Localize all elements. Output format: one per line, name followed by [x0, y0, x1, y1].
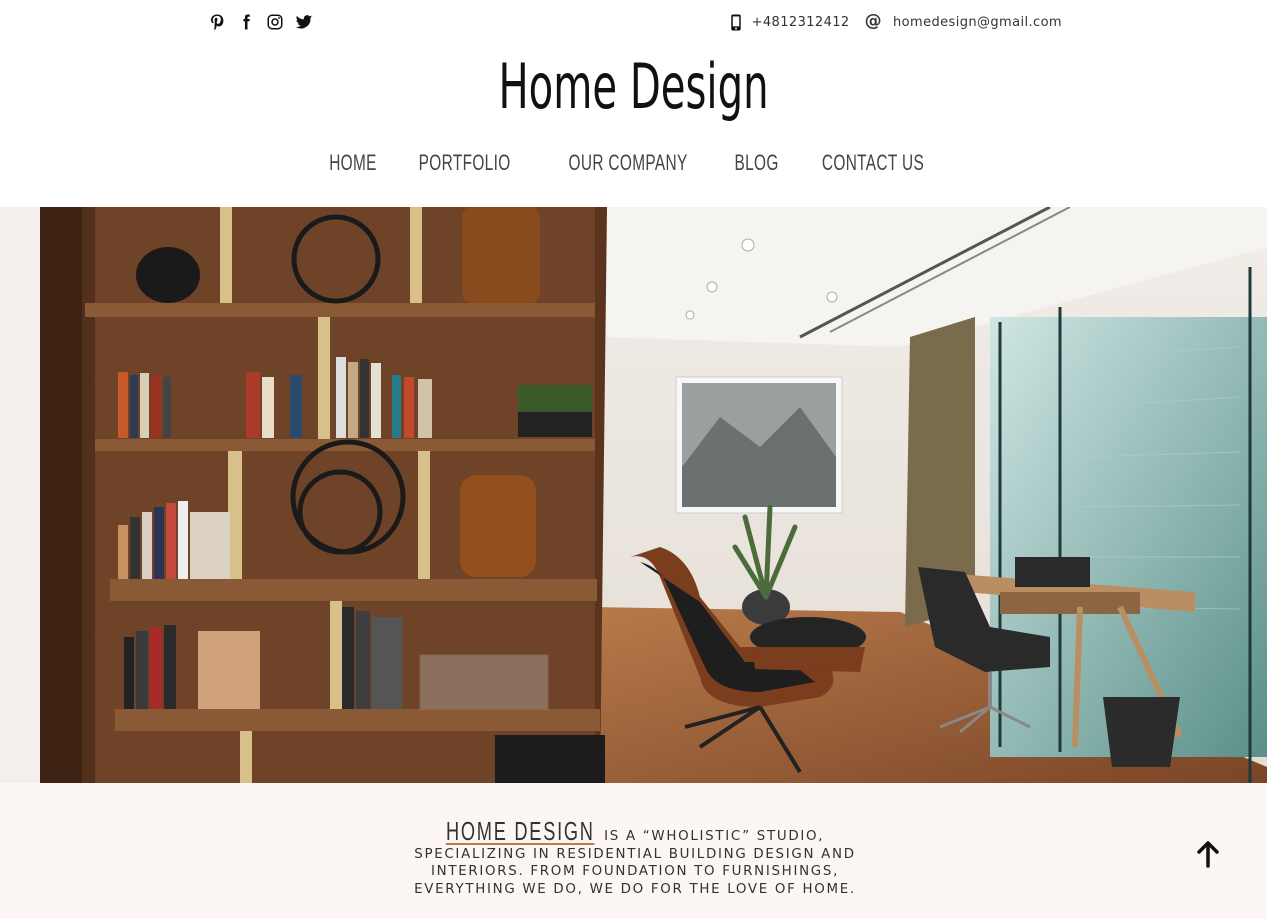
email-icon: @: [864, 10, 883, 31]
top-bar: +4812312412 @ homedesign@gmail.com: [0, 0, 1267, 48]
pinterest-icon[interactable]: [208, 13, 226, 31]
office-interior-photo: [0, 207, 1267, 783]
email-address[interactable]: homedesign@gmail.com: [893, 15, 1062, 30]
nav-home[interactable]: HOME: [329, 150, 377, 176]
back-to-top-arrow-icon[interactable]: [1195, 838, 1221, 870]
social-links: [208, 13, 313, 31]
nav-our-company[interactable]: OUR COMPANY: [568, 150, 687, 176]
twitter-icon[interactable]: [295, 13, 313, 31]
phone-icon: [730, 14, 741, 31]
intro-section: HOME DESIGN is a “wholistic” studio, spe…: [0, 783, 1267, 919]
intro-text: HOME DESIGN is a “wholistic” studio, spe…: [400, 818, 870, 898]
hero-image: [0, 207, 1267, 783]
main-nav: HOME PORTFOLIO OUR COMPANY BLOG CONTACT …: [0, 150, 1267, 176]
nav-contact-us[interactable]: CONTACT US: [822, 150, 924, 176]
instagram-icon[interactable]: [266, 13, 284, 31]
nav-blog[interactable]: BLOG: [734, 150, 778, 176]
contact-info: +4812312412 @ homedesign@gmail.com: [729, 10, 1062, 31]
phone-number[interactable]: +4812312412: [752, 15, 850, 30]
site-logo[interactable]: Home Design: [177, 52, 1089, 122]
intro-brand-link[interactable]: HOME DESIGN: [445, 818, 595, 845]
facebook-icon[interactable]: [237, 13, 255, 31]
nav-portfolio[interactable]: PORTFOLIO: [419, 150, 511, 176]
